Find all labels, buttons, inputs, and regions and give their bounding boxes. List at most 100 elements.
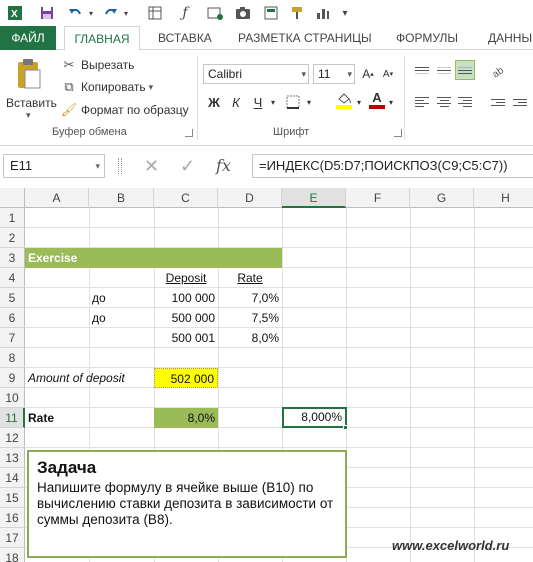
fill-dropdown-icon[interactable]: ▾ xyxy=(354,92,364,112)
save-icon[interactable] xyxy=(38,3,56,23)
formula-bar-grip[interactable] xyxy=(118,158,122,174)
formula-input[interactable]: =ИНДЕКС(D5:D7;ПОИСКПОЗ(C9;C5:C7)) xyxy=(252,154,533,178)
select-all-corner[interactable] xyxy=(0,188,25,208)
tab-formulas[interactable]: ФОРМУЛЫ xyxy=(386,26,468,50)
column-header-g[interactable]: G xyxy=(410,188,474,208)
align-bottom-icon[interactable] xyxy=(455,60,475,80)
chart-icon[interactable] xyxy=(314,3,332,23)
row-header-15[interactable]: 15 xyxy=(0,488,25,508)
align-left-icon[interactable] xyxy=(412,92,432,112)
cell-d4[interactable]: Rate xyxy=(218,268,282,288)
row-header-17[interactable]: 17 xyxy=(0,528,25,548)
row-header-9[interactable]: 9 xyxy=(0,368,25,388)
cell-c5[interactable]: 100 000 xyxy=(154,288,218,308)
cell-c9[interactable]: 502 000 xyxy=(154,368,218,388)
row-header-12[interactable]: 12 xyxy=(0,428,25,448)
tab-data[interactable]: ДАННЫ xyxy=(478,26,533,50)
tab-file[interactable]: ФАЙЛ xyxy=(0,26,56,50)
align-center-icon[interactable] xyxy=(434,92,454,112)
paste-dropdown-icon: ▾ xyxy=(26,110,31,120)
cell-b5[interactable]: до xyxy=(89,288,154,308)
row-header-8[interactable]: 8 xyxy=(0,348,25,368)
increase-indent-icon[interactable] xyxy=(510,92,530,112)
cut-button[interactable]: ✂ Вырезать xyxy=(60,55,135,75)
row-header-10[interactable]: 10 xyxy=(0,388,25,408)
cell-e11-selected[interactable]: 8,000% xyxy=(282,407,347,428)
redo-dropdown-icon[interactable]: ▾ xyxy=(121,3,131,23)
tab-home[interactable]: ГЛАВНАЯ xyxy=(64,26,140,51)
column-header-f[interactable]: F xyxy=(346,188,410,208)
cell-c7[interactable]: 500 001 xyxy=(154,328,218,348)
row-header-6[interactable]: 6 xyxy=(0,308,25,328)
cell-b6[interactable]: до xyxy=(89,308,154,328)
column-header-b[interactable]: B xyxy=(89,188,154,208)
undo-dropdown-icon[interactable]: ▾ xyxy=(86,3,96,23)
font-name-select[interactable]: Calibri ▾ xyxy=(203,64,309,84)
row-header-4[interactable]: 4 xyxy=(0,268,25,288)
cell-d5[interactable]: 7,0% xyxy=(218,288,282,308)
row-header-11[interactable]: 11 xyxy=(0,408,25,428)
row-header-2[interactable]: 2 xyxy=(0,228,25,248)
row-header-1[interactable]: 1 xyxy=(0,208,25,228)
font-color-icon[interactable]: A xyxy=(368,90,386,110)
borders-dropdown-icon[interactable]: ▾ xyxy=(304,92,314,112)
undo-icon[interactable] xyxy=(66,3,84,23)
row-header-18[interactable]: 18 xyxy=(0,548,25,562)
row-header-5[interactable]: 5 xyxy=(0,288,25,308)
borders-icon[interactable] xyxy=(284,92,302,112)
format-painter-icon[interactable] xyxy=(288,3,306,23)
format-icon[interactable] xyxy=(262,3,280,23)
insert-function-button[interactable]: fx xyxy=(216,154,231,178)
row-header-16[interactable]: 16 xyxy=(0,508,25,528)
cancel-icon[interactable]: ✕ xyxy=(144,154,159,178)
cell-a3[interactable]: Exercise xyxy=(25,248,282,268)
format-painter-button[interactable]: 🖌 Формат по образцу xyxy=(60,100,189,120)
insert-function-icon[interactable] xyxy=(205,3,225,23)
column-header-e[interactable]: E xyxy=(282,188,346,208)
font-size-select[interactable]: 11 ▾ xyxy=(313,64,355,84)
name-box[interactable]: E11 ▾ xyxy=(3,154,105,178)
cell-d7[interactable]: 8,0% xyxy=(218,328,282,348)
decrease-font-icon[interactable]: A ▾ xyxy=(379,64,397,84)
orientation-icon[interactable]: ab xyxy=(488,60,508,80)
underline-button[interactable]: Ч xyxy=(249,92,267,112)
new-sheet-icon[interactable] xyxy=(146,3,164,23)
align-top-icon[interactable] xyxy=(412,60,432,80)
font-color-dropdown-icon[interactable]: ▾ xyxy=(386,92,396,112)
column-header-d[interactable]: D xyxy=(218,188,282,208)
fill-handle[interactable] xyxy=(343,425,348,430)
cell-a9[interactable]: Amount of deposit xyxy=(25,368,154,388)
cell-d6[interactable]: 7,5% xyxy=(218,308,282,328)
row-header-13[interactable]: 13 xyxy=(0,448,25,468)
camera-icon[interactable] xyxy=(234,3,252,23)
align-middle-icon[interactable] xyxy=(434,60,454,80)
column-header-a[interactable]: A xyxy=(25,188,89,208)
row-header-3[interactable]: 3 xyxy=(0,248,25,268)
align-right-icon[interactable] xyxy=(455,92,475,112)
tab-page-layout[interactable]: РАЗМЕТКА СТРАНИЦЫ xyxy=(228,26,382,50)
clipboard-launcher-icon[interactable] xyxy=(185,129,193,137)
bold-button[interactable]: Ж xyxy=(205,92,223,112)
tab-insert[interactable]: ВСТАВКА xyxy=(148,26,222,50)
italic-button[interactable]: К xyxy=(227,92,245,112)
column-header-c[interactable]: C xyxy=(154,188,218,208)
font-launcher-icon[interactable] xyxy=(394,129,402,137)
cell-a11[interactable]: Rate xyxy=(25,408,89,428)
cell-c6[interactable]: 500 000 xyxy=(154,308,218,328)
column-header-h[interactable]: H xyxy=(474,188,533,208)
underline-dropdown-icon[interactable]: ▾ xyxy=(268,92,278,112)
copy-button[interactable]: ⧉ Копировать ▾ xyxy=(60,77,153,97)
customize-icon[interactable]: ▾ xyxy=(338,3,352,23)
row-header-14[interactable]: 14 xyxy=(0,468,25,488)
cell-c4[interactable]: Deposit xyxy=(154,268,218,288)
fx-icon[interactable]: ƒ xyxy=(176,3,194,23)
cell-c11[interactable]: 8,0% xyxy=(154,408,218,428)
confirm-icon[interactable]: ✓ xyxy=(180,154,195,178)
redo-icon[interactable] xyxy=(102,3,120,23)
row-header-7[interactable]: 7 xyxy=(0,328,25,348)
increase-font-icon[interactable]: A ▴ xyxy=(359,64,377,84)
cut-label: Вырезать xyxy=(81,58,135,72)
paste-button[interactable]: Вставить ▾ xyxy=(6,56,57,124)
fill-color-icon[interactable] xyxy=(334,90,354,110)
decrease-indent-icon[interactable] xyxy=(488,92,508,112)
